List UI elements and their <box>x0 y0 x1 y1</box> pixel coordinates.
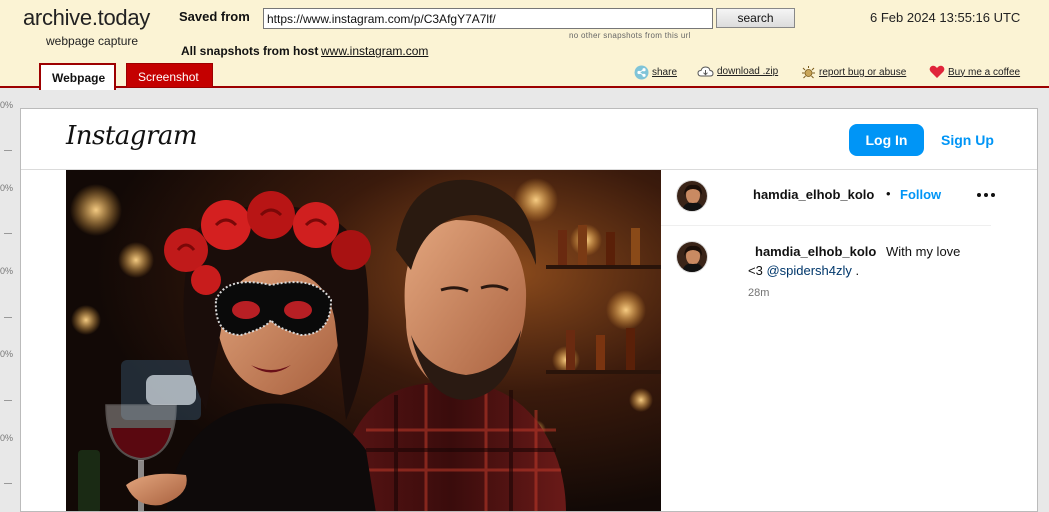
signup-link[interactable]: Sign Up <box>941 132 994 148</box>
report-bug-link[interactable]: report bug or abuse <box>801 65 906 80</box>
captured-page-frame: Instagram Log In Sign Up hamdia_elhob_ko… <box>20 108 1038 512</box>
caption-end: . <box>855 263 860 278</box>
caption-heart-text: <3 <box>748 263 763 278</box>
ruler-mark: 0% <box>0 433 14 443</box>
ruler-mark: 0% <box>0 183 14 193</box>
instagram-top-bar: Instagram Log In Sign Up <box>21 109 1037 170</box>
archive-header: archive.today webpage capture Saved from… <box>0 0 1049 90</box>
post-side-panel: hamdia_elhob_kolo • Follow hamdia_elhob_… <box>661 170 1037 511</box>
url-input[interactable] <box>263 8 713 29</box>
author-avatar[interactable] <box>676 180 708 212</box>
cloud-download-icon <box>697 65 714 78</box>
follow-button[interactable]: Follow <box>900 187 941 202</box>
caption-username[interactable]: hamdia_elhob_kolo <box>755 244 876 259</box>
capture-date: 6 Feb 2024 13:55:16 UTC <box>870 10 1021 25</box>
saved-from-label: Saved from <box>179 9 250 24</box>
download-zip-link[interactable]: download .zip <box>697 65 778 78</box>
ruler-tick <box>4 233 12 234</box>
ruler-mark: 0% <box>0 266 14 276</box>
no-other-snapshots-note: no other snapshots from this url <box>569 31 691 40</box>
archive-subtitle: webpage capture <box>46 34 139 48</box>
all-snapshots-label: All snapshots from host <box>181 44 319 58</box>
mention-link[interactable]: @spidersh4zly <box>766 263 851 278</box>
ruler-mark: 0% <box>0 349 14 359</box>
report-label: report bug or abuse <box>819 67 907 78</box>
coffee-label: Buy me a coffee <box>948 66 1021 78</box>
share-label: share <box>652 67 678 78</box>
scroll-ruler[interactable]: 0% 0% 0% 0% 0% <box>0 90 18 512</box>
tab-screenshot[interactable]: Screenshot <box>126 63 213 88</box>
download-label: download .zip <box>717 66 779 77</box>
tab-webpage[interactable]: Webpage <box>39 63 116 90</box>
post-image[interactable] <box>66 170 661 511</box>
post-time: 28m <box>748 287 770 299</box>
caption-text: With my love <box>886 244 961 259</box>
author-username[interactable]: hamdia_elhob_kolo <box>753 187 874 202</box>
ruler-tick <box>4 150 12 151</box>
instagram-logo[interactable]: Instagram <box>66 121 198 151</box>
separator-dot: • <box>886 186 891 201</box>
bug-icon <box>801 65 816 80</box>
buy-coffee-link[interactable]: Buy me a coffee <box>929 65 1020 79</box>
more-options-icon[interactable] <box>977 193 995 197</box>
heart-icon <box>929 65 945 79</box>
archive-logo[interactable]: archive.today <box>23 5 150 31</box>
share-link[interactable]: share <box>634 65 677 80</box>
search-button[interactable]: search <box>716 8 795 28</box>
ruler-tick <box>4 483 12 484</box>
ruler-tick <box>4 400 12 401</box>
share-icon <box>634 65 649 80</box>
host-link[interactable]: www.instagram.com <box>321 44 428 58</box>
ruler-tick <box>4 317 12 318</box>
caption-continued: <3 @spidersh4zly . <box>748 263 859 278</box>
caption-avatar[interactable] <box>676 241 708 273</box>
login-button[interactable]: Log In <box>849 124 924 156</box>
header-divider <box>661 225 991 226</box>
ruler-mark: 0% <box>0 100 14 110</box>
